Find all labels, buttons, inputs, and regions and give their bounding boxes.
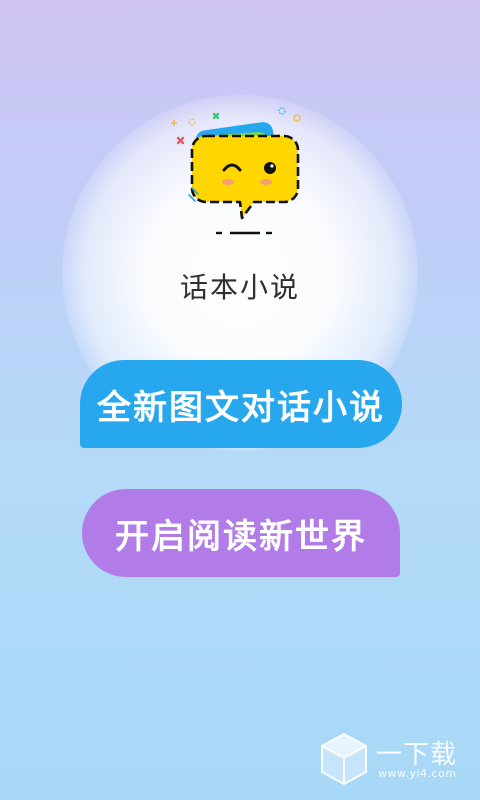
slogan-bubble-purple: 开启阅读新世界	[82, 489, 400, 577]
speech-bubble-icon	[190, 134, 300, 220]
watermark-url: www.yi4.com	[378, 767, 457, 780]
watermark: 一下载 www.yi4.com	[318, 730, 468, 790]
slogan-text: 开启阅读新世界	[115, 516, 367, 557]
slogan-bubble-blue: 全新图文对话小说	[80, 360, 402, 448]
splash-screen: 话本小说 全新图文对话小说 开启阅读新世界 一下载 www.yi4.com	[0, 0, 480, 800]
cube-logo-icon	[321, 732, 367, 786]
app-logo-icon	[171, 107, 301, 235]
slogan-text: 全新图文对话小说	[97, 387, 385, 428]
eye-icon	[264, 162, 276, 174]
watermark-brand: 一下载	[376, 740, 458, 770]
app-name: 话本小说	[179, 271, 300, 304]
